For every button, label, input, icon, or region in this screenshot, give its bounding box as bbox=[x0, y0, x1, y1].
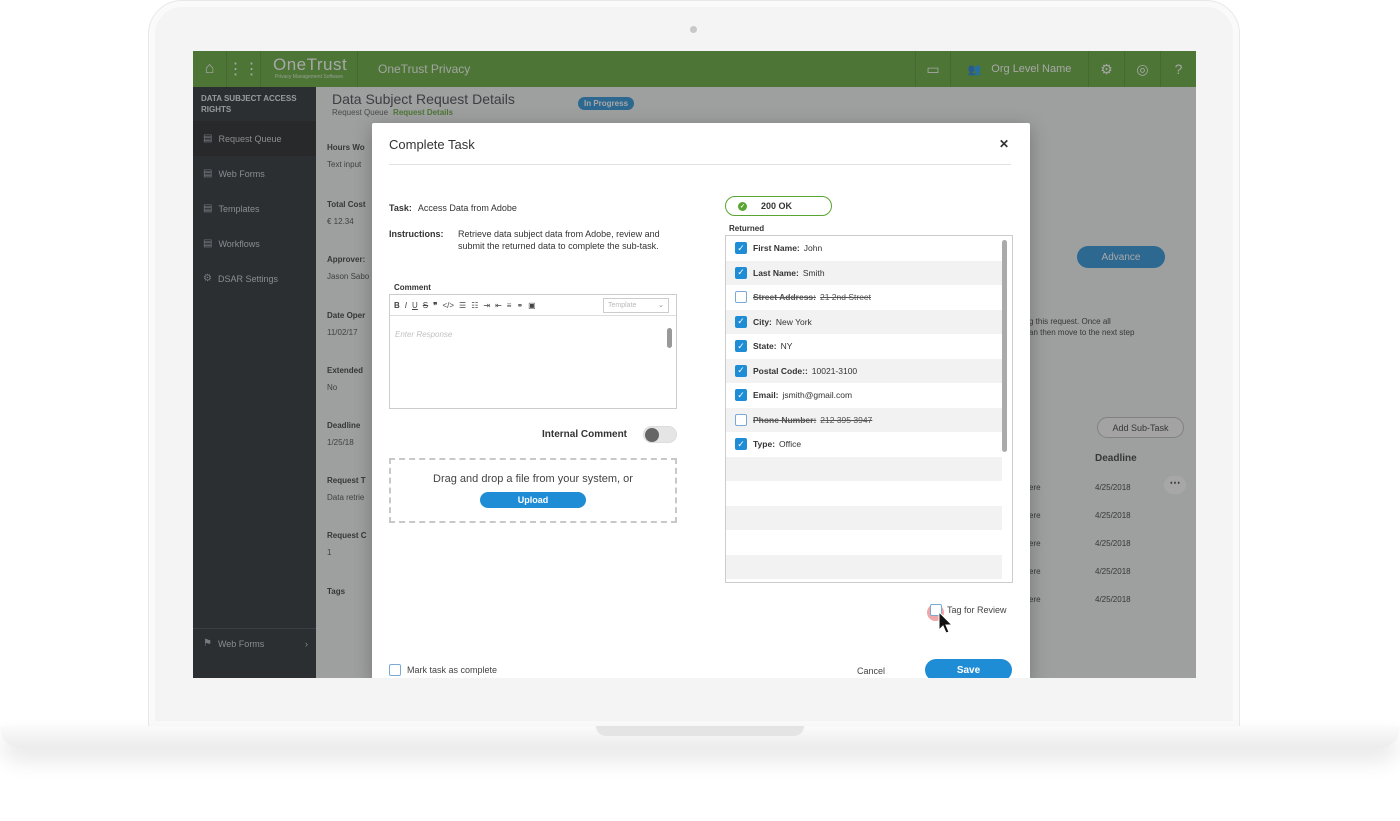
returned-item-postal-code[interactable]: ✓ Postal Code:: 10021-3100 bbox=[726, 358, 1002, 383]
returned-value: 212 395 3947 bbox=[820, 414, 873, 425]
returned-value: 21 2nd Street bbox=[819, 292, 872, 303]
returned-item-first-name[interactable]: ✓ First Name: John bbox=[726, 236, 1002, 261]
check-circle-icon: ✓ bbox=[738, 201, 747, 211]
laptop-notch bbox=[596, 726, 804, 736]
modal-title: Complete Task bbox=[389, 137, 475, 152]
image-icon[interactable]: ▣ bbox=[528, 301, 536, 310]
outdent-icon[interactable]: ⇤ bbox=[495, 301, 502, 310]
returned-item-street-address[interactable]: Street Address: 21 2nd Street bbox=[726, 285, 1002, 310]
comment-editor[interactable]: B I U S ❞ </> ☰ ☷ ⇥ ⇤ ≡ ⚭ ▣ Template ⌄ E… bbox=[389, 294, 677, 409]
list-item-empty bbox=[726, 481, 1002, 506]
returned-value: Office bbox=[779, 439, 802, 450]
task-line: Task: Access Data from Adobe bbox=[389, 203, 517, 213]
returned-value: NY bbox=[780, 341, 793, 352]
checkbox-checked[interactable]: ✓ bbox=[735, 315, 747, 328]
returned-item-email[interactable]: ✓ Email: jsmith@gmail.com bbox=[726, 383, 1002, 408]
bullet-list-icon[interactable]: ☰ bbox=[459, 301, 466, 310]
align-icon[interactable]: ≡ bbox=[507, 301, 512, 310]
list-item-empty bbox=[726, 456, 1002, 481]
drop-text: Drag and drop a file from your system, o… bbox=[433, 473, 633, 485]
chevron-down-icon: ⌄ bbox=[658, 302, 664, 309]
webcam bbox=[690, 26, 697, 33]
mouse-cursor-icon bbox=[938, 611, 954, 634]
list-item-empty bbox=[726, 530, 1002, 555]
checkbox-checked[interactable]: ✓ bbox=[735, 438, 747, 451]
instructions-label: Instructions: bbox=[389, 229, 444, 239]
instructions: Instructions: Retrieve data subject data … bbox=[389, 228, 679, 252]
returned-value: John bbox=[803, 243, 823, 254]
link-icon[interactable]: ⚭ bbox=[516, 301, 523, 310]
bold-icon[interactable]: B bbox=[394, 301, 400, 310]
internal-comment-toggle[interactable] bbox=[643, 426, 677, 443]
task-label: Task: bbox=[389, 203, 412, 213]
returned-value: New York bbox=[775, 316, 812, 327]
returned-data-list: ✓ First Name: John ✓ Last Name: Smith Stre… bbox=[725, 235, 1013, 583]
save-button[interactable]: Save bbox=[925, 659, 1012, 678]
returned-field: State: bbox=[753, 341, 777, 352]
list-scrollbar[interactable] bbox=[1002, 240, 1007, 452]
returned-field: Street Address: bbox=[753, 292, 816, 303]
checkbox-checked[interactable]: ✓ bbox=[735, 242, 747, 255]
upload-button[interactable]: Upload bbox=[480, 492, 586, 508]
checkbox-unchecked[interactable] bbox=[735, 291, 747, 304]
quote-icon[interactable]: ❞ bbox=[433, 301, 437, 310]
divider bbox=[389, 164, 1011, 165]
returned-field: Postal Code:: bbox=[753, 365, 808, 376]
mark-complete-checkbox[interactable] bbox=[389, 664, 401, 676]
toggle-knob bbox=[645, 428, 659, 442]
returned-item-state[interactable]: ✓ State: NY bbox=[726, 334, 1002, 359]
close-icon[interactable]: ✕ bbox=[999, 137, 1009, 151]
cancel-button[interactable]: Cancel bbox=[857, 666, 885, 676]
app-screen: ⌂ ⋮⋮ OneTrust Privacy Management Softwar… bbox=[193, 51, 1196, 678]
editor-placeholder: Enter Response bbox=[395, 330, 453, 339]
list-item-empty bbox=[726, 554, 1002, 579]
underline-icon[interactable]: U bbox=[412, 301, 418, 310]
returned-item-type[interactable]: ✓ Type: Office bbox=[726, 432, 1002, 457]
returned-value: 10021-3100 bbox=[811, 365, 858, 376]
tag-for-review-label: Tag for Review bbox=[947, 605, 1007, 615]
comment-label: Comment bbox=[394, 283, 431, 292]
returned-value: jsmith@gmail.com bbox=[782, 390, 853, 401]
returned-item-city[interactable]: ✓ City: New York bbox=[726, 309, 1002, 334]
returned-field: Type: bbox=[753, 439, 776, 450]
italic-icon[interactable]: I bbox=[405, 301, 407, 310]
numbered-list-icon[interactable]: ☷ bbox=[471, 301, 478, 310]
file-drop-zone[interactable]: Drag and drop a file from your system, o… bbox=[389, 458, 677, 523]
status-pill: ✓ 200 OK bbox=[725, 196, 832, 216]
returned-field: City: bbox=[753, 316, 772, 327]
complete-task-modal: Complete Task ✕ Task: Access Data from Ad… bbox=[372, 123, 1030, 678]
editor-scrollbar[interactable] bbox=[667, 328, 672, 348]
strikethrough-icon[interactable]: S bbox=[423, 301, 428, 310]
code-icon[interactable]: </> bbox=[442, 301, 454, 310]
template-select[interactable]: Template ⌄ bbox=[603, 298, 669, 313]
returned-value: Smith bbox=[802, 267, 825, 278]
checkbox-checked[interactable]: ✓ bbox=[735, 340, 747, 353]
instructions-value: Retrieve data subject data from Adobe, r… bbox=[458, 229, 660, 251]
checkbox-checked[interactable]: ✓ bbox=[735, 389, 747, 402]
checkbox-unchecked[interactable] bbox=[735, 413, 747, 426]
internal-comment-label: Internal Comment bbox=[542, 429, 628, 440]
template-placeholder: Template bbox=[608, 302, 637, 309]
returned-item-phone-number[interactable]: Phone Number: 212 395 3947 bbox=[726, 407, 1002, 432]
returned-item-last-name[interactable]: ✓ Last Name: Smith bbox=[726, 260, 1002, 285]
status-label: 200 OK bbox=[761, 201, 793, 211]
returned-field: First Name: bbox=[753, 243, 800, 254]
returned-field: Last Name: bbox=[753, 267, 799, 278]
returned-field: Email: bbox=[753, 390, 779, 401]
task-value: Access Data from Adobe bbox=[417, 203, 517, 213]
returned-label: Returned bbox=[729, 224, 765, 233]
checkbox-checked[interactable]: ✓ bbox=[735, 266, 747, 279]
returned-field: Phone Number: bbox=[753, 414, 817, 425]
checkbox-checked[interactable]: ✓ bbox=[735, 364, 747, 377]
mark-complete-label: Mark task as complete bbox=[407, 665, 498, 675]
editor-toolbar: B I U S ❞ </> ☰ ☷ ⇥ ⇤ ≡ ⚭ ▣ Template ⌄ bbox=[390, 295, 676, 316]
list-item-empty bbox=[726, 505, 1002, 530]
indent-icon[interactable]: ⇥ bbox=[483, 301, 490, 310]
